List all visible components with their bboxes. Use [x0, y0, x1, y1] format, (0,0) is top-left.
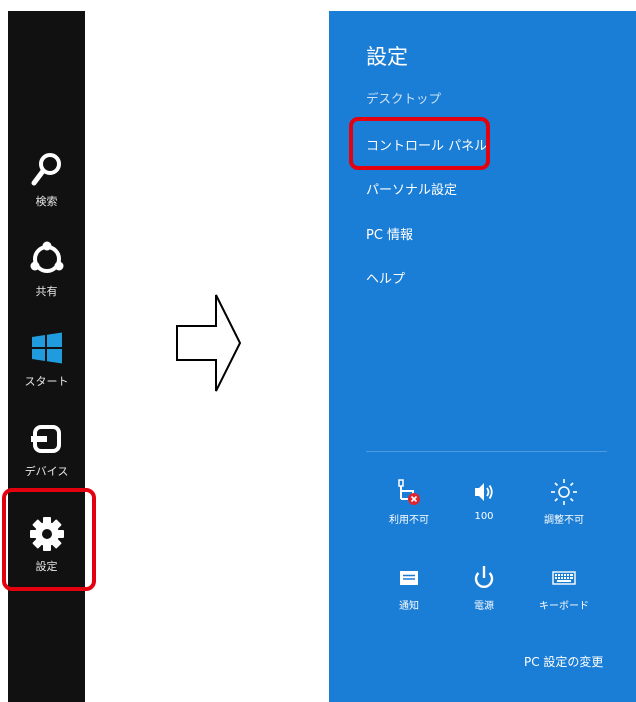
search-icon [31, 153, 61, 186]
charms-bar: 検索 共有 スタート デバイス 設定 [8, 11, 85, 702]
notifications-icon [400, 571, 418, 585]
arrow-right-icon [176, 294, 242, 392]
pane-subtitle: デスクトップ [366, 91, 442, 106]
tile-label: 100 [474, 511, 494, 522]
tile-label: 電源 [474, 601, 494, 612]
charm-share[interactable]: 共有 [8, 241, 85, 321]
settings-charm-highlight [2, 488, 96, 591]
keyboard-icon [552, 571, 576, 585]
settings-pane: 設定 デスクトップ コントロール パネル パーソナル設定 PC 情報 ヘルプ 利… [329, 11, 636, 702]
volume-icon [475, 483, 493, 501]
charm-label: デバイス [24, 465, 69, 478]
share-icon [30, 241, 63, 273]
tile-label: 利用不可 [389, 515, 429, 526]
network-unavailable-icon [398, 479, 420, 505]
power-icon [474, 566, 494, 588]
notifications-tile[interactable]: 通知 [369, 563, 449, 623]
charm-start[interactable]: スタート [8, 331, 85, 411]
brightness-icon [551, 479, 577, 505]
charm-label: 共有 [35, 285, 58, 298]
charm-label: 検索 [35, 195, 58, 208]
windows-start-icon [31, 332, 62, 364]
divider [366, 451, 607, 452]
pane-title: 設定 [366, 45, 408, 69]
menu-item-help[interactable]: ヘルプ [366, 268, 405, 287]
control-panel-highlight [349, 117, 490, 170]
menu-item-personalization[interactable]: パーソナル設定 [366, 179, 457, 198]
devices-icon [30, 425, 61, 453]
charm-label: スタート [24, 375, 69, 388]
power-tile[interactable]: 電源 [444, 563, 524, 623]
menu-item-pc-info[interactable]: PC 情報 [366, 224, 413, 243]
network-tile[interactable]: 利用不可 [369, 477, 449, 537]
tile-label: 通知 [399, 601, 419, 612]
volume-tile[interactable]: 100 [444, 477, 524, 537]
tile-label: 調整不可 [544, 515, 584, 526]
brightness-tile[interactable]: 調整不可 [524, 477, 604, 537]
charm-search[interactable]: 検索 [8, 151, 85, 231]
keyboard-tile[interactable]: キーボード [524, 563, 604, 623]
tile-label: キーボード [539, 601, 589, 612]
change-pc-settings-link[interactable]: PC 設定の変更 [524, 653, 603, 670]
